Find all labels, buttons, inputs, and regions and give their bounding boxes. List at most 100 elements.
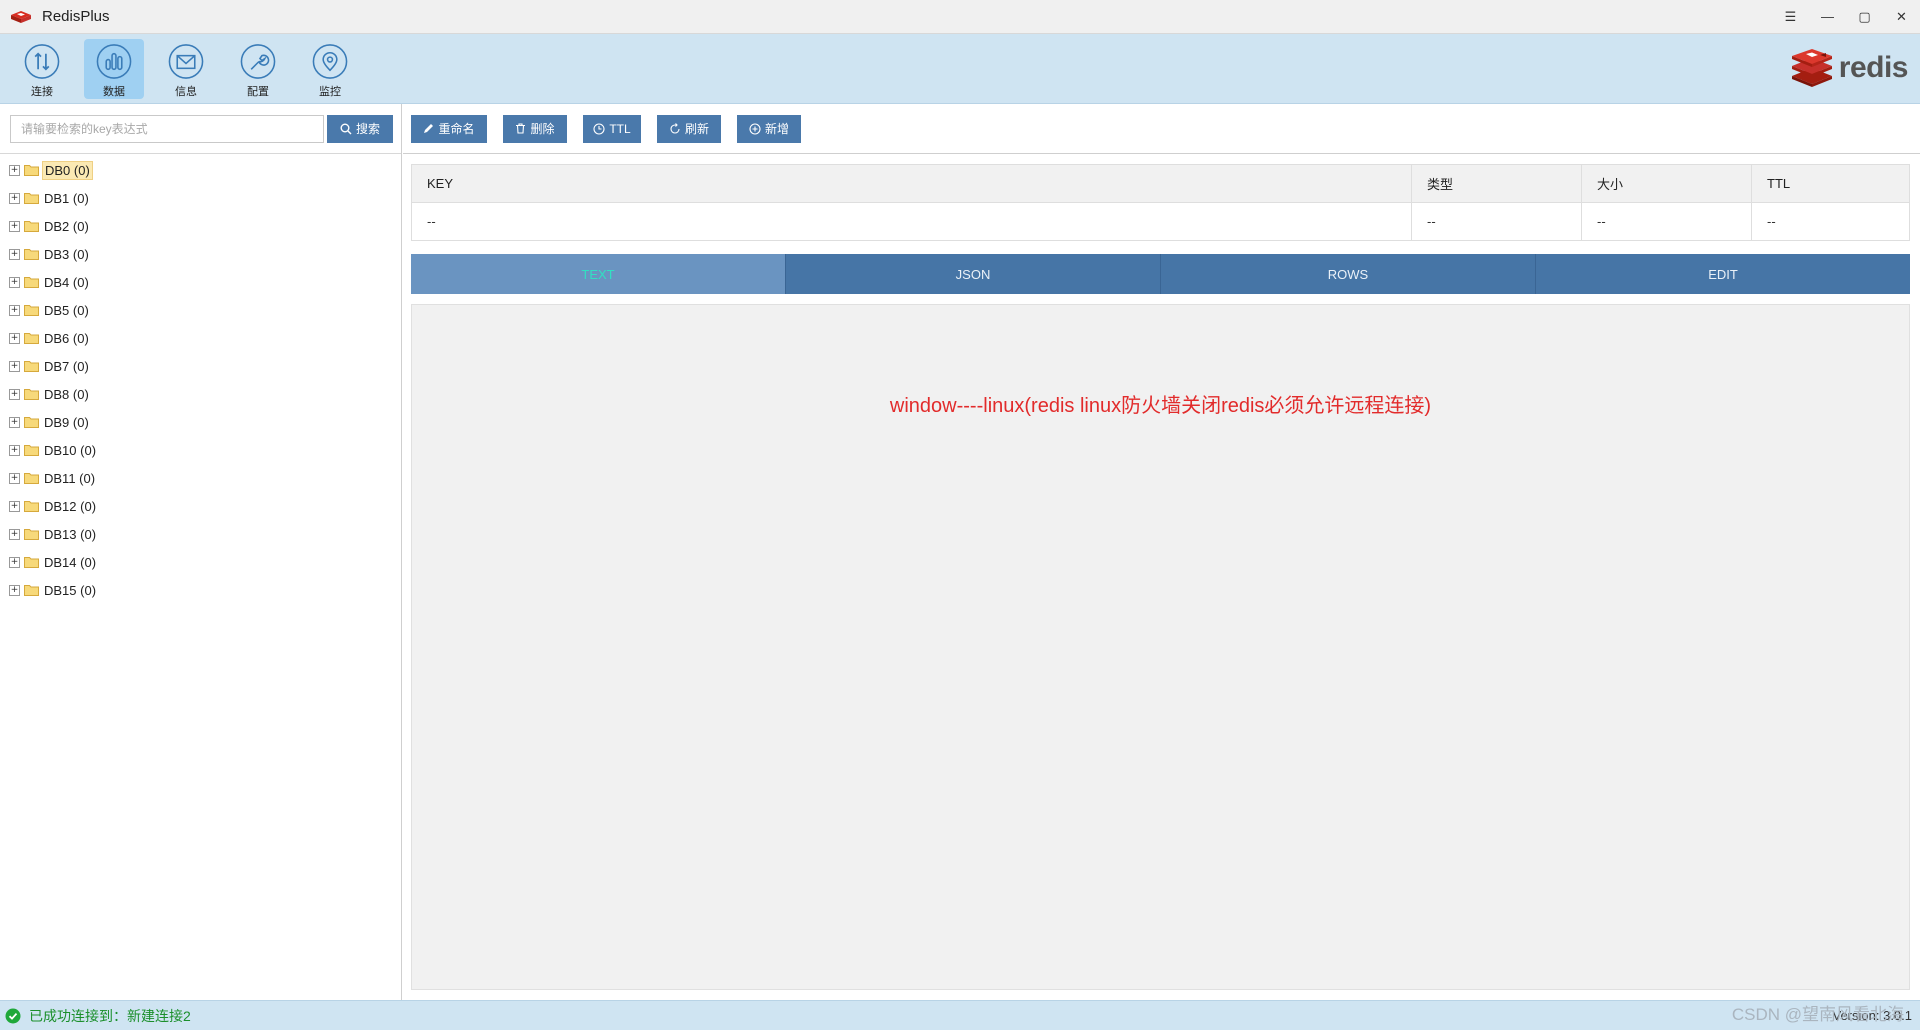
key-toolbar: 重命名 删除 TTL 刷新 新增 <box>403 104 1920 154</box>
tab-text[interactable]: TEXT <box>411 254 786 294</box>
check-circle-icon <box>5 1008 21 1023</box>
folder-icon <box>24 333 39 344</box>
ribbon-label: 监控 <box>319 85 341 98</box>
tree-item-db6[interactable]: + DB6 (0) <box>0 324 401 352</box>
folder-icon <box>24 361 39 372</box>
ribbon-label: 信息 <box>175 85 197 98</box>
folder-icon <box>24 305 39 316</box>
ribbon-connect[interactable]: 连接 <box>12 39 72 99</box>
column-header-type: 类型 <box>1411 164 1582 203</box>
search-button-label: 搜索 <box>355 122 380 136</box>
refresh-icon <box>670 122 680 134</box>
tree-item-db4[interactable]: + DB4 (0) <box>0 268 401 296</box>
data-icon <box>96 43 132 79</box>
app-title: RedisPlus <box>42 8 110 25</box>
ribbon-data[interactable]: 数据 <box>84 38 144 99</box>
expand-toggle[interactable]: + <box>9 192 20 204</box>
tree-item-db3[interactable]: + DB3 (0) <box>0 240 401 268</box>
tree-item-label: DB11 (0) <box>44 470 96 486</box>
refresh-button-label: 刷新 <box>684 122 709 136</box>
close-button[interactable]: ✕ <box>1883 0 1920 34</box>
add-key-button-label: 新增 <box>764 122 789 136</box>
expand-toggle[interactable]: + <box>9 528 20 540</box>
column-header-ttl: TTL <box>1751 164 1910 203</box>
cell-size: -- <box>1581 202 1752 241</box>
column-header-size: 大小 <box>1581 164 1752 203</box>
expand-toggle[interactable]: + <box>9 164 20 176</box>
expand-toggle[interactable]: + <box>9 332 20 344</box>
ribbon-monitor[interactable]: 监控 <box>300 39 360 99</box>
folder-icon <box>24 165 39 176</box>
maximize-button[interactable]: ▢ <box>1846 0 1883 34</box>
add-key-button[interactable]: 新增 <box>737 114 801 143</box>
tree-item-label: DB1 (0) <box>44 190 89 206</box>
tab-edit[interactable]: EDIT <box>1536 254 1910 294</box>
expand-toggle[interactable]: + <box>9 360 20 372</box>
expand-toggle[interactable]: + <box>9 304 20 316</box>
tree-item-db7[interactable]: + DB7 (0) <box>0 352 401 380</box>
refresh-button[interactable]: 刷新 <box>657 114 721 143</box>
status-bar: 已成功连接到：新建连接2 Version: 3.0.1 <box>0 1000 1920 1030</box>
delete-button[interactable]: 删除 <box>503 114 567 143</box>
ttl-button[interactable]: TTL <box>583 114 641 143</box>
expand-toggle[interactable]: + <box>9 276 20 288</box>
tab-rows[interactable]: ROWS <box>1161 254 1536 294</box>
column-header-key: KEY <box>411 164 1412 203</box>
tab-json[interactable]: JSON <box>786 254 1161 294</box>
search-row: 搜索 <box>0 104 401 154</box>
watermark: CSDN @望南风看北海 <box>1731 1005 1904 1024</box>
ribbon-config[interactable]: 配置 <box>228 39 288 99</box>
clock-icon <box>593 122 605 135</box>
expand-toggle[interactable]: + <box>9 556 20 568</box>
expand-toggle[interactable]: + <box>9 388 20 400</box>
redis-logo-icon <box>1791 49 1832 87</box>
tree-item-label: DB7 (0) <box>44 358 89 374</box>
tree-item-db0[interactable]: + DB0 (0) <box>0 156 401 184</box>
connect-icon <box>24 43 60 79</box>
annotation-note: window----linux(redis linux防火墙关闭redis必须允… <box>889 395 1432 417</box>
tree-item-db12[interactable]: + DB12 (0) <box>0 492 401 520</box>
title-bar: RedisPlus ☰ — ▢ ✕ <box>0 0 1920 34</box>
window-menu-button[interactable]: ☰ <box>1772 0 1809 34</box>
tree-item-db2[interactable]: + DB2 (0) <box>0 212 401 240</box>
expand-toggle[interactable]: + <box>9 444 20 456</box>
expand-toggle[interactable]: + <box>9 416 20 428</box>
tree-item-label: DB2 (0) <box>44 218 89 234</box>
folder-icon <box>24 277 39 288</box>
folder-icon <box>24 193 39 204</box>
folder-icon <box>24 221 39 232</box>
cell-type: -- <box>1411 202 1582 241</box>
tree-item-db11[interactable]: + DB11 (0) <box>0 464 401 492</box>
expand-toggle[interactable]: + <box>9 584 20 596</box>
tree-item-db14[interactable]: + DB14 (0) <box>0 548 401 576</box>
redis-app-icon <box>11 10 31 23</box>
tree-item-db10[interactable]: + DB10 (0) <box>0 436 401 464</box>
tree-item-db9[interactable]: + DB9 (0) <box>0 408 401 436</box>
tree-item-label: DB5 (0) <box>44 302 89 318</box>
key-search-input[interactable] <box>10 114 324 143</box>
minimize-button[interactable]: — <box>1809 0 1846 34</box>
tree-item-db13[interactable]: + DB13 (0) <box>0 520 401 548</box>
expand-toggle[interactable]: + <box>9 220 20 232</box>
value-view-tabs: TEXT JSON ROWS EDIT <box>411 254 1910 294</box>
expand-toggle[interactable]: + <box>9 248 20 260</box>
folder-icon <box>24 249 39 260</box>
search-button[interactable]: 搜索 <box>327 114 393 143</box>
redis-brand-text: redis <box>1838 51 1909 84</box>
expand-toggle[interactable]: + <box>9 472 20 484</box>
rename-button[interactable]: 重命名 <box>411 114 487 143</box>
value-text-area[interactable]: window----linux(redis linux防火墙关闭redis必须允… <box>411 304 1910 990</box>
ribbon-label: 数据 <box>103 85 125 98</box>
ribbon-label: 连接 <box>31 85 53 98</box>
expand-toggle[interactable]: + <box>9 500 20 512</box>
tree-item-db15[interactable]: + DB15 (0) <box>0 576 401 604</box>
tree-item-db1[interactable]: + DB1 (0) <box>0 184 401 212</box>
pencil-icon <box>424 124 434 133</box>
table-row: -- -- -- -- <box>411 202 1910 241</box>
tree-item-label: DB8 (0) <box>44 386 89 402</box>
rename-button-label: 重命名 <box>438 122 475 136</box>
folder-icon <box>24 501 39 512</box>
ribbon-info[interactable]: 信息 <box>156 39 216 99</box>
tree-item-db5[interactable]: + DB5 (0) <box>0 296 401 324</box>
tree-item-db8[interactable]: + DB8 (0) <box>0 380 401 408</box>
